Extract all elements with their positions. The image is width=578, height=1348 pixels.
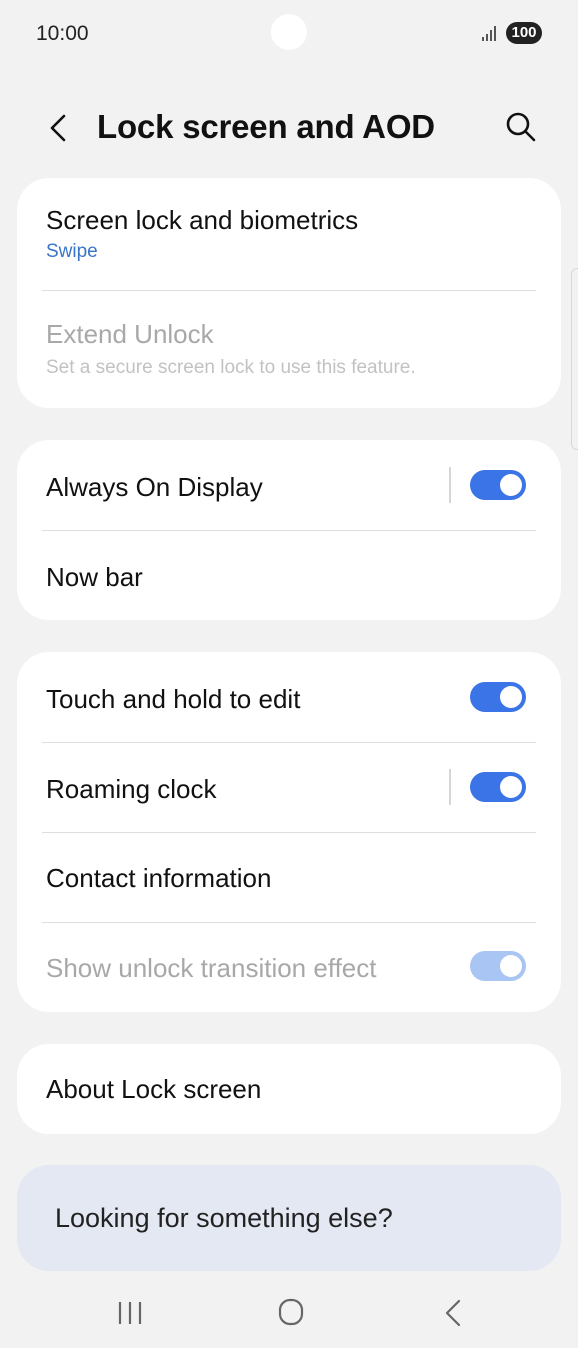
edge-panel-handle[interactable]	[571, 268, 578, 450]
roaming-clock-toggle[interactable]	[470, 772, 526, 802]
looking-for-something-else-card[interactable]: Looking for something else?	[17, 1165, 561, 1271]
unlock-effect-toggle	[470, 951, 526, 981]
roaming-clock-title: Roaming clock	[46, 774, 217, 804]
nav-back-icon[interactable]	[442, 1298, 464, 1328]
extend-unlock-row: Extend Unlock Set a secure screen lock t…	[17, 291, 561, 408]
now-bar-title: Now bar	[46, 562, 143, 592]
back-arrow-icon[interactable]	[44, 110, 72, 146]
status-bar: 10:00 100	[0, 0, 578, 68]
navigation-bar	[0, 1280, 578, 1348]
screen-lock-row[interactable]: Screen lock and biometrics Swipe	[17, 178, 561, 290]
separator	[449, 467, 451, 503]
always-on-display-toggle[interactable]	[470, 470, 526, 500]
app-header: Lock screen and AOD	[0, 100, 578, 156]
touch-hold-toggle[interactable]	[470, 682, 526, 712]
now-bar-row[interactable]: Now bar	[17, 531, 561, 620]
search-icon[interactable]	[504, 110, 538, 144]
battery-icon: 100	[506, 22, 542, 44]
unlock-effect-row: Show unlock transition effect	[17, 923, 561, 1012]
about-lock-screen-title: About Lock screen	[46, 1074, 262, 1104]
contact-info-row[interactable]: Contact information	[17, 833, 561, 922]
lock-options-card: Touch and hold to edit Roaming clock Con…	[17, 652, 561, 1012]
unlock-effect-title: Show unlock transition effect	[46, 953, 377, 983]
always-on-display-row[interactable]: Always On Display	[17, 440, 561, 530]
security-card: Screen lock and biometrics Swipe Extend …	[17, 178, 561, 408]
camera-cutout	[271, 14, 307, 50]
always-on-display-title: Always On Display	[46, 472, 263, 502]
roaming-clock-row[interactable]: Roaming clock	[17, 743, 561, 832]
screen-lock-value: Swipe	[46, 241, 98, 262]
home-icon[interactable]	[278, 1298, 304, 1326]
contact-info-title: Contact information	[46, 863, 272, 893]
screen-lock-title: Screen lock and biometrics	[46, 205, 359, 235]
status-time: 10:00	[36, 22, 89, 45]
signal-icon	[482, 26, 496, 41]
touch-hold-row[interactable]: Touch and hold to edit	[17, 652, 561, 742]
touch-hold-title: Touch and hold to edit	[46, 684, 301, 714]
separator	[449, 769, 451, 805]
aod-card: Always On Display Now bar	[17, 440, 561, 620]
extend-unlock-title: Extend Unlock	[46, 319, 214, 349]
looking-for-something-else-text: Looking for something else?	[55, 1203, 393, 1233]
recent-apps-icon[interactable]	[116, 1300, 144, 1326]
extend-unlock-subtitle: Set a secure screen lock to use this fea…	[46, 357, 416, 378]
about-lock-screen-row[interactable]: About Lock screen	[17, 1044, 561, 1134]
about-card: About Lock screen	[17, 1044, 561, 1134]
page-title: Lock screen and AOD	[97, 108, 435, 145]
